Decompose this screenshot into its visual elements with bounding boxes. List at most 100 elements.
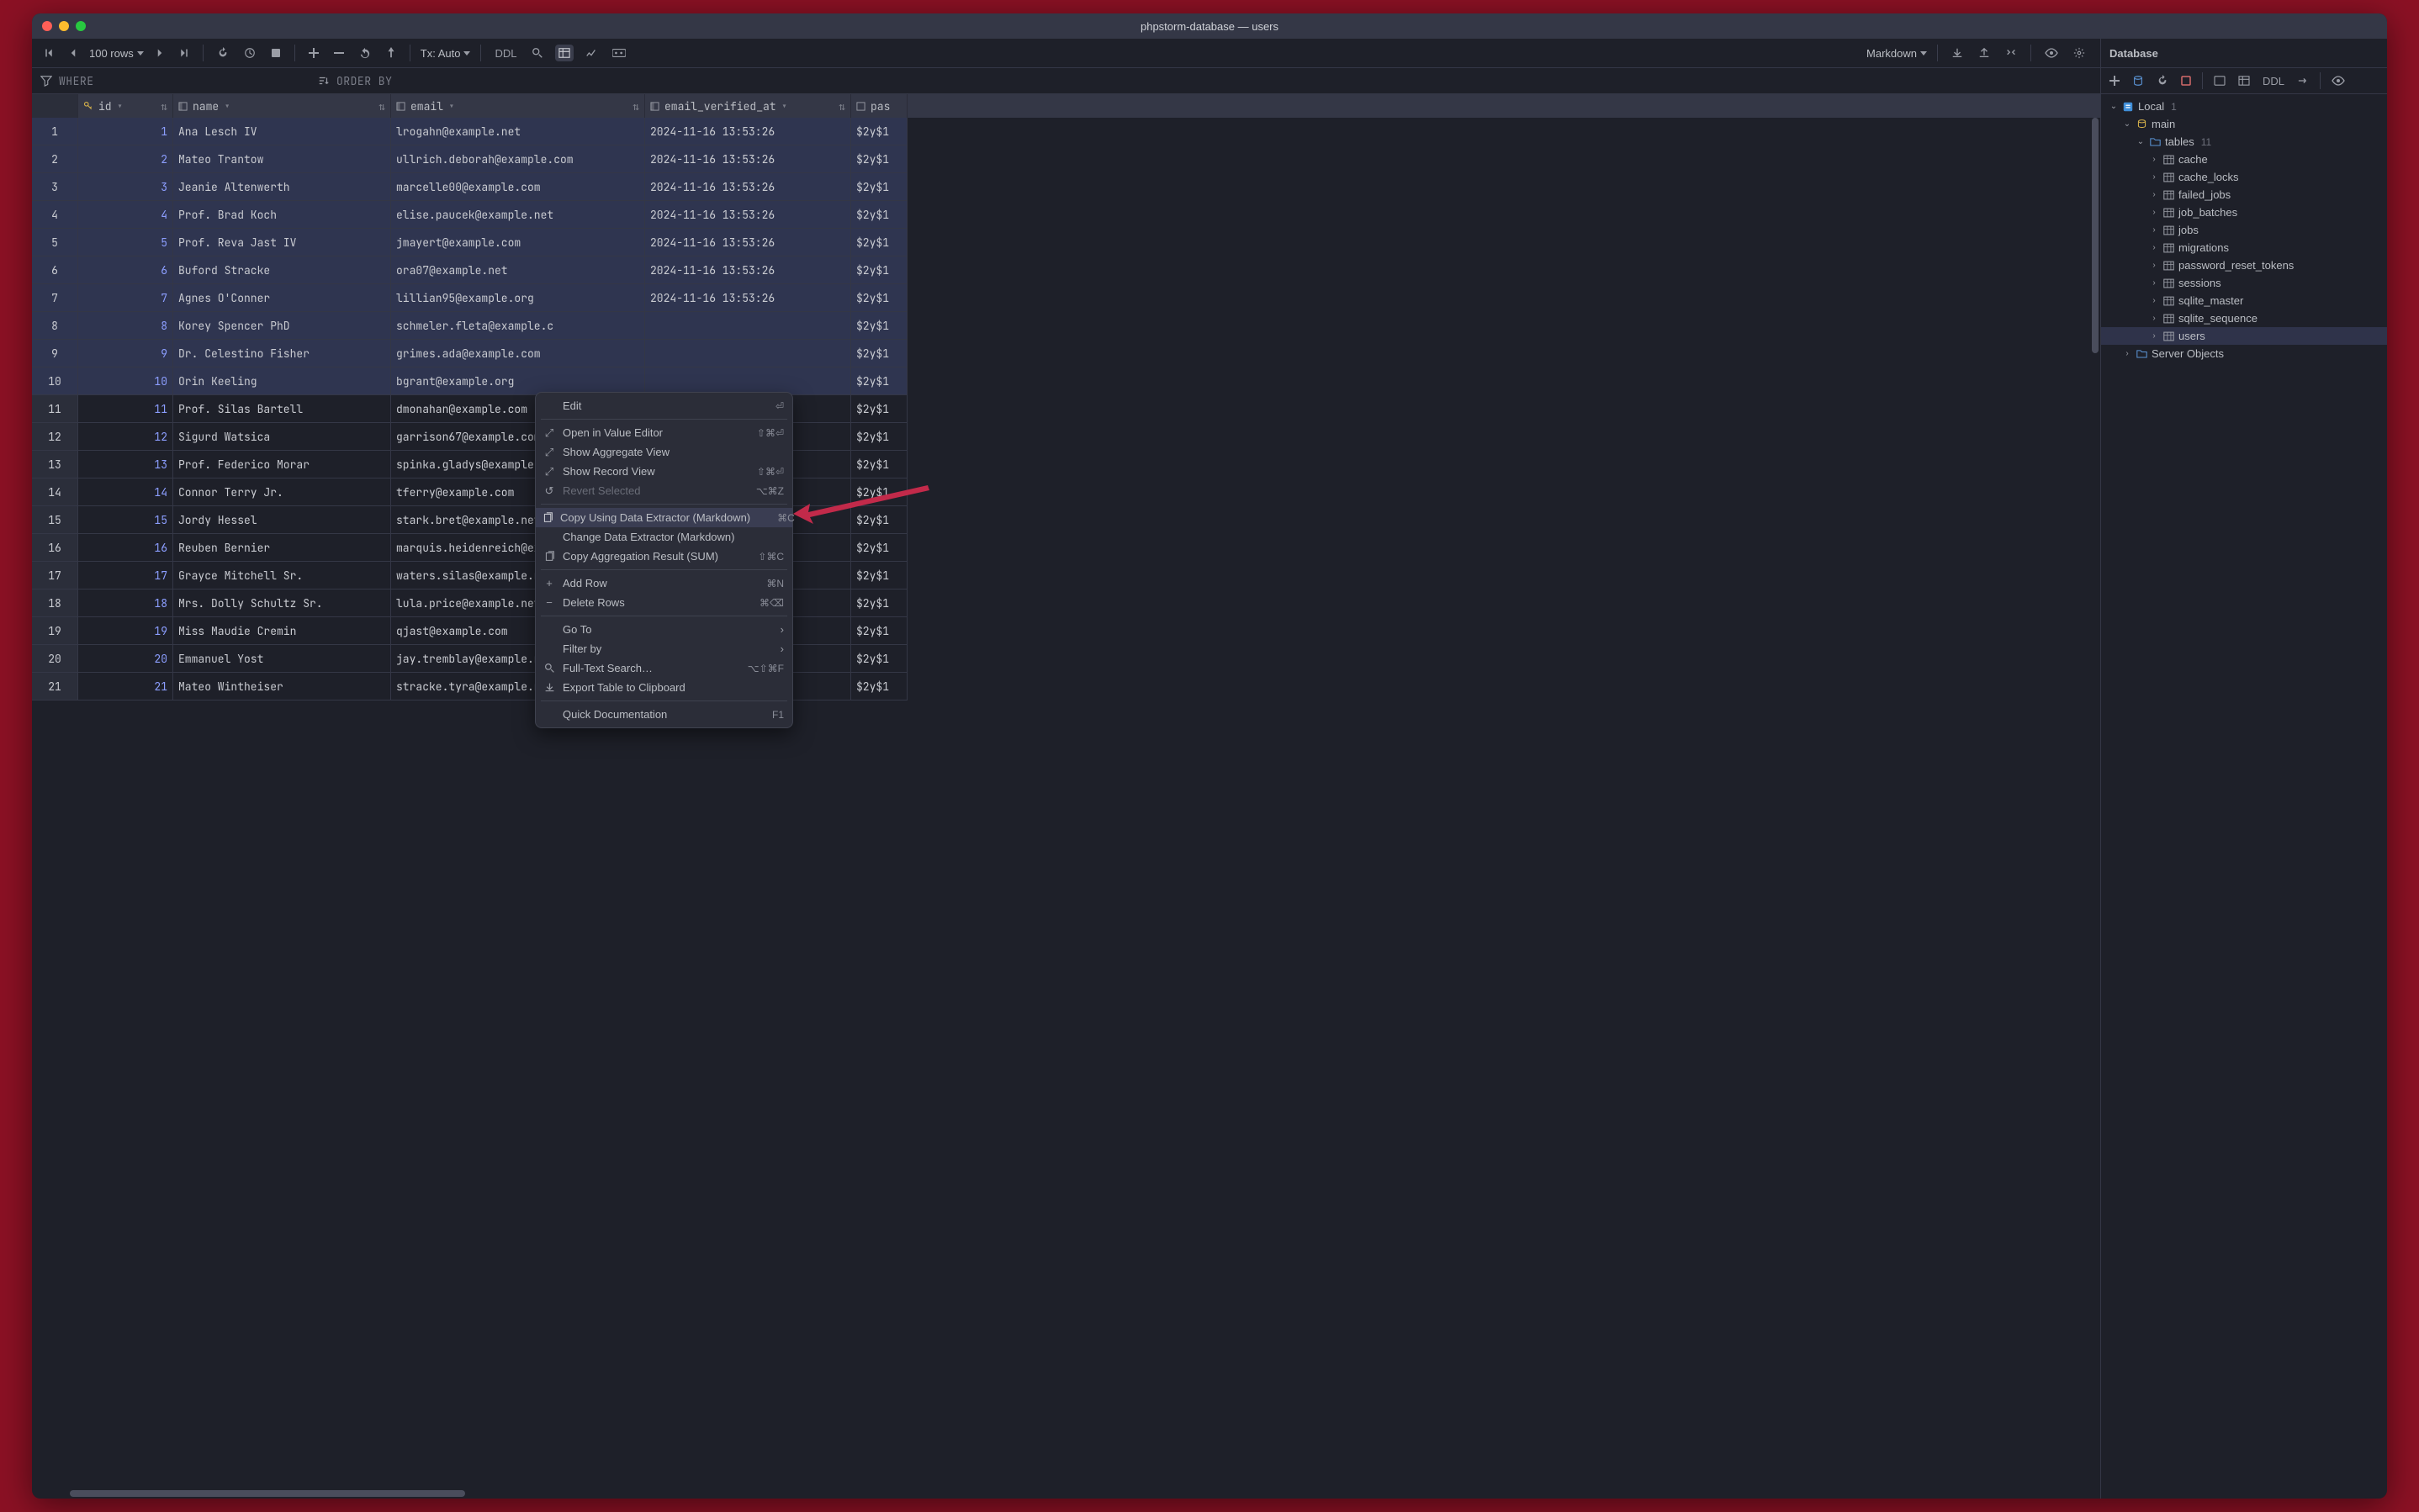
ctx-add-row[interactable]: + Add Row ⌘N bbox=[536, 574, 792, 593]
cell-password[interactable]: $2y$1 bbox=[851, 229, 908, 256]
cell-id[interactable]: 7 bbox=[78, 284, 173, 312]
ctx-open-value-editor[interactable]: ⤢ Open in Value Editor ⇧⌘⏎ bbox=[536, 423, 792, 442]
table-row[interactable]: 1919Miss Maudie Creminqjast@example.com$… bbox=[32, 617, 2100, 645]
ddl-button-sidebar[interactable]: DDL bbox=[2259, 72, 2288, 90]
next-page-button[interactable] bbox=[152, 45, 167, 61]
search-button[interactable] bbox=[528, 45, 547, 61]
chevron-right-icon[interactable]: › bbox=[2150, 331, 2158, 341]
table-row[interactable]: 88Korey Spencer PhDschmeler.fleta@exampl… bbox=[32, 312, 2100, 340]
cell-name[interactable]: Prof. Brad Koch bbox=[173, 201, 391, 229]
tree-node-sqlite_master[interactable]: ›sqlite_master bbox=[2101, 292, 2387, 309]
cell-password[interactable]: $2y$1 bbox=[851, 673, 908, 700]
cell-password[interactable]: $2y$1 bbox=[851, 284, 908, 312]
row-number[interactable]: 3 bbox=[32, 173, 78, 201]
table-row[interactable]: 1717Grayce Mitchell Sr.waters.silas@exam… bbox=[32, 562, 2100, 589]
cell-id[interactable]: 18 bbox=[78, 589, 173, 617]
table-row[interactable]: 77Agnes O'Connerlillian95@example.org202… bbox=[32, 284, 2100, 312]
cell-password[interactable]: $2y$1 bbox=[851, 423, 908, 451]
row-number[interactable]: 15 bbox=[32, 506, 78, 534]
cell-name[interactable]: Reuben Bernier bbox=[173, 534, 391, 562]
cell-name[interactable]: Mrs. Dolly Schultz Sr. bbox=[173, 589, 391, 617]
sort-handle[interactable]: ⇅ bbox=[378, 99, 385, 114]
row-number[interactable]: 4 bbox=[32, 201, 78, 229]
stop-button[interactable] bbox=[267, 45, 284, 61]
filter-icon[interactable]: ▾ bbox=[224, 99, 230, 114]
cell-id[interactable]: 15 bbox=[78, 506, 173, 534]
row-number[interactable]: 6 bbox=[32, 256, 78, 284]
ctx-quick-doc[interactable]: Quick Documentation F1 bbox=[536, 705, 792, 724]
ctx-go-to[interactable]: Go To › bbox=[536, 620, 792, 639]
chart-view-button[interactable] bbox=[582, 45, 601, 61]
table-row[interactable]: 1111Prof. Silas Bartelldmonahan@example.… bbox=[32, 395, 2100, 423]
table-row[interactable]: 33Jeanie Altenwerthmarcelle00@example.co… bbox=[32, 173, 2100, 201]
tree-node-password_reset_tokens[interactable]: ›password_reset_tokens bbox=[2101, 256, 2387, 274]
cell-id[interactable]: 19 bbox=[78, 617, 173, 645]
view-button[interactable] bbox=[2041, 45, 2062, 61]
new-datasource-button[interactable] bbox=[2106, 73, 2123, 88]
jump-to-console-button[interactable] bbox=[2210, 73, 2229, 88]
table-row[interactable]: 66Buford Strackeora07@example.net2024-11… bbox=[32, 256, 2100, 284]
cell-password[interactable]: $2y$1 bbox=[851, 562, 908, 589]
row-number[interactable]: 19 bbox=[32, 617, 78, 645]
row-number[interactable]: 20 bbox=[32, 645, 78, 673]
tree-node-server-objects[interactable]: › Server Objects bbox=[2101, 345, 2387, 362]
cell-name[interactable]: Emmanuel Yost bbox=[173, 645, 391, 673]
table-body[interactable]: 11Ana Lesch IVlrogahn@example.net2024-11… bbox=[32, 118, 2100, 1499]
cell-verified[interactable]: 2024-11-16 13:53:26 bbox=[645, 229, 851, 256]
chevron-right-icon[interactable]: › bbox=[2150, 225, 2158, 235]
export-button[interactable] bbox=[1948, 45, 1966, 61]
where-label[interactable]: WHERE bbox=[59, 74, 94, 88]
cell-password[interactable]: $2y$1 bbox=[851, 478, 908, 506]
ctx-full-text-search[interactable]: Full-Text Search… ⌥⇧⌘F bbox=[536, 658, 792, 678]
cell-password[interactable]: $2y$1 bbox=[851, 395, 908, 423]
chevron-right-icon[interactable]: › bbox=[2123, 349, 2131, 358]
row-number[interactable]: 2 bbox=[32, 145, 78, 173]
zoom-window-button[interactable] bbox=[76, 21, 86, 31]
commit-button[interactable] bbox=[383, 45, 400, 61]
gutter-header[interactable] bbox=[32, 94, 78, 118]
tree-node-local[interactable]: ⌄ Local 1 bbox=[2101, 98, 2387, 115]
cell-name[interactable]: Prof. Reva Jast IV bbox=[173, 229, 391, 256]
row-number[interactable]: 12 bbox=[32, 423, 78, 451]
minimize-window-button[interactable] bbox=[59, 21, 69, 31]
ddl-button[interactable]: DDL bbox=[491, 45, 520, 62]
horizontal-scrollbar[interactable] bbox=[70, 1490, 465, 1497]
rows-selector[interactable]: 100 rows bbox=[89, 47, 144, 60]
row-number[interactable]: 8 bbox=[32, 312, 78, 340]
compare-button[interactable] bbox=[2002, 45, 2020, 61]
filter-icon[interactable]: ▾ bbox=[117, 99, 124, 114]
database-tree[interactable]: ⌄ Local 1 ⌄ main ⌄ tables 11 bbox=[2101, 94, 2387, 1499]
chevron-right-icon[interactable]: › bbox=[2150, 155, 2158, 164]
cell-verified[interactable]: 2024-11-16 13:53:26 bbox=[645, 173, 851, 201]
chevron-right-icon[interactable]: › bbox=[2150, 278, 2158, 288]
cell-id[interactable]: 20 bbox=[78, 645, 173, 673]
column-header-email[interactable]: email ▾ ⇅ bbox=[391, 94, 645, 118]
tree-node-cache[interactable]: ›cache bbox=[2101, 151, 2387, 168]
tree-node-main[interactable]: ⌄ main bbox=[2101, 115, 2387, 133]
cell-password[interactable]: $2y$1 bbox=[851, 173, 908, 201]
table-view-button[interactable] bbox=[555, 45, 574, 61]
cell-password[interactable]: $2y$1 bbox=[851, 451, 908, 478]
cell-email[interactable]: elise.paucek@example.net bbox=[391, 201, 645, 229]
import-button[interactable] bbox=[1975, 45, 1993, 61]
cell-name[interactable]: Connor Terry Jr. bbox=[173, 478, 391, 506]
cell-name[interactable]: Dr. Celestino Fisher bbox=[173, 340, 391, 367]
datasource-properties-button[interactable] bbox=[2129, 72, 2147, 89]
vertical-scrollbar[interactable] bbox=[2092, 118, 2099, 353]
cell-name[interactable]: Prof. Silas Bartell bbox=[173, 395, 391, 423]
cell-email[interactable]: grimes.ada@example.com bbox=[391, 340, 645, 367]
data-extractor-selector[interactable]: Markdown bbox=[1866, 47, 1927, 60]
cell-name[interactable]: Miss Maudie Cremin bbox=[173, 617, 391, 645]
cell-name[interactable]: Mateo Trantow bbox=[173, 145, 391, 173]
cell-email[interactable]: ullrich.deborah@example.com bbox=[391, 145, 645, 173]
table-row[interactable]: 1818Mrs. Dolly Schultz Sr.lula.price@exa… bbox=[32, 589, 2100, 617]
table-row[interactable]: 2020Emmanuel Yostjay.tremblay@example.ne… bbox=[32, 645, 2100, 673]
cell-email[interactable]: lillian95@example.org bbox=[391, 284, 645, 312]
table-row[interactable]: 1616Reuben Berniermarquis.heidenreich@ex… bbox=[32, 534, 2100, 562]
column-header-id[interactable]: id ▾ ⇅ bbox=[78, 94, 173, 118]
remove-row-button[interactable] bbox=[331, 45, 347, 61]
cell-verified[interactable]: 2024-11-16 13:53:26 bbox=[645, 118, 851, 145]
cell-name[interactable]: Agnes O'Conner bbox=[173, 284, 391, 312]
tree-node-job_batches[interactable]: ›job_batches bbox=[2101, 204, 2387, 221]
orderby-label[interactable]: ORDER BY bbox=[336, 74, 392, 88]
